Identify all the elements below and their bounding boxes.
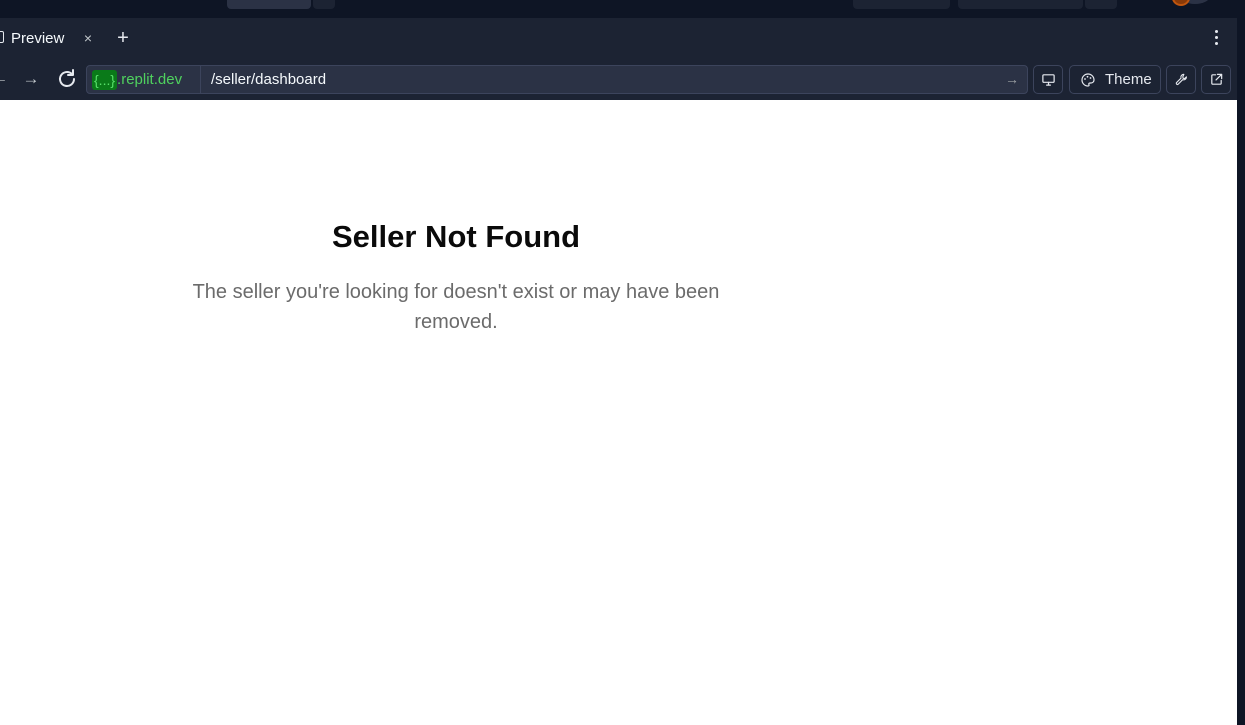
url-path[interactable]: /seller/dashboard <box>211 70 326 89</box>
page-icon <box>0 31 4 43</box>
url-input[interactable]: {...} .replit.dev /seller/dashboard → <box>86 65 1028 94</box>
monitor-icon <box>1042 74 1055 86</box>
more-vertical-icon[interactable] <box>1207 27 1225 49</box>
reload-icon[interactable] <box>55 67 79 91</box>
forward-button[interactable]: → <box>20 68 42 90</box>
url-badge: {...} <box>92 69 118 90</box>
theme-button[interactable]: Theme <box>1069 65 1161 94</box>
url-domain[interactable]: {...} .replit.dev <box>87 66 201 93</box>
address-bar-row: ← → {...} .replit.dev /seller/dashboard … <box>0 58 1237 100</box>
top-button[interactable] <box>958 0 1083 9</box>
wrench-icon <box>1175 73 1187 85</box>
top-button[interactable] <box>1085 0 1117 9</box>
top-button[interactable] <box>853 0 950 9</box>
url-host: .replit.dev <box>117 70 183 88</box>
tab-preview[interactable]: Preview × <box>0 18 102 58</box>
page-title: Seller Not Found <box>332 219 580 254</box>
back-button[interactable]: ← <box>0 68 8 90</box>
ide-top-strip <box>0 0 1245 18</box>
top-tab-segment[interactable] <box>313 0 335 9</box>
tab-label: Preview <box>11 30 65 47</box>
close-icon[interactable]: × <box>81 29 95 47</box>
preview-page: Seller Not Found The seller you're looki… <box>0 100 1237 725</box>
scroll-gutter <box>1237 18 1245 725</box>
preview-tab-bar: Preview × + <box>0 18 1237 58</box>
page-description: The seller you're looking for doesn't ex… <box>192 281 720 333</box>
go-button[interactable]: → <box>1002 69 1022 89</box>
notification-badge <box>1172 0 1190 6</box>
palette-icon <box>1081 73 1095 87</box>
devices-button[interactable] <box>1033 65 1063 94</box>
devtools-button[interactable] <box>1166 65 1196 94</box>
external-link-icon <box>1211 73 1223 85</box>
add-tab-button[interactable]: + <box>114 28 132 48</box>
top-tab-segment[interactable] <box>227 0 311 9</box>
open-new-tab-button[interactable] <box>1201 65 1231 94</box>
theme-label: Theme <box>1105 71 1152 88</box>
